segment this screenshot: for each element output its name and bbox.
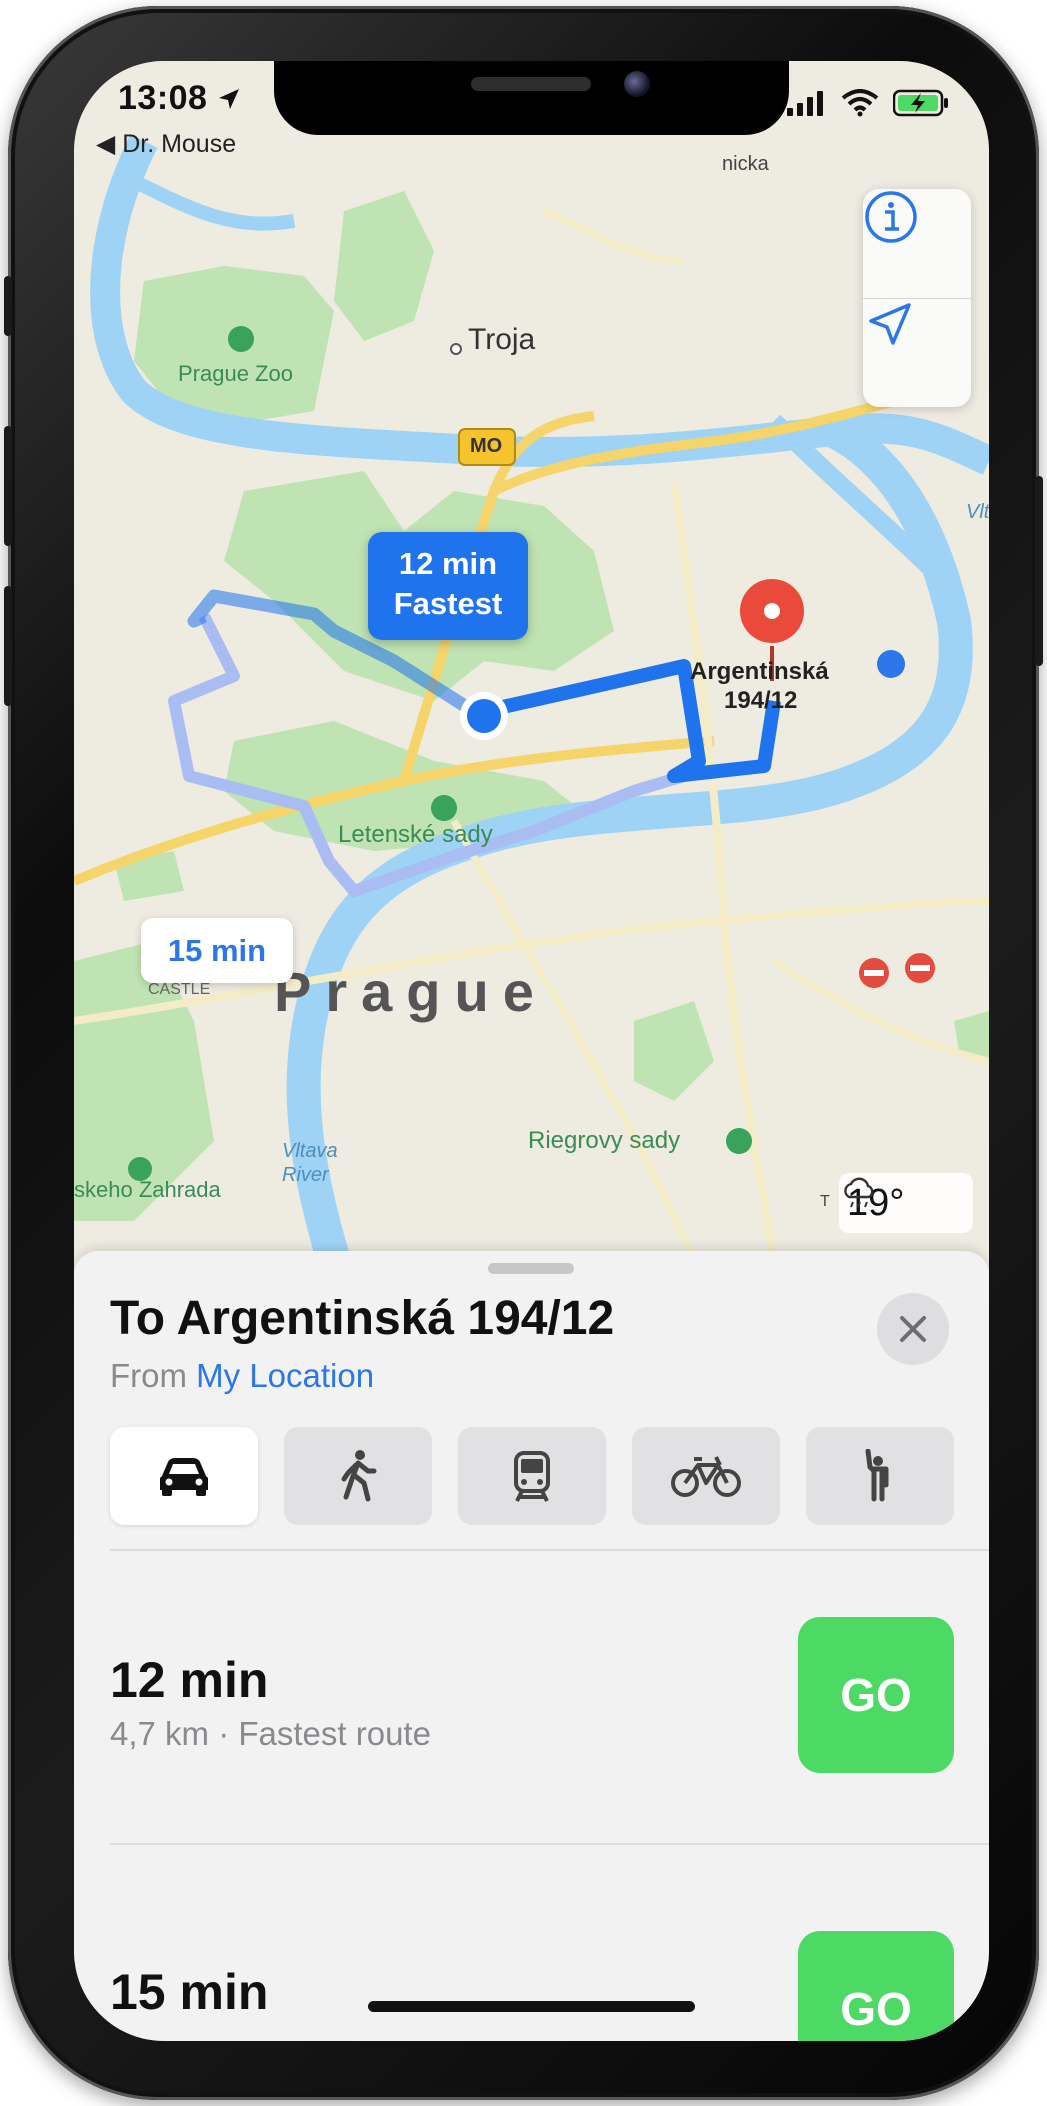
route-time: 12 min — [110, 1652, 269, 1708]
location-services-icon — [219, 89, 240, 109]
front-camera — [624, 71, 650, 97]
close-button[interactable] — [877, 1293, 949, 1365]
back-chevron-icon: ◀ — [96, 130, 116, 158]
directions-title: To Argentinská 194/12 — [110, 1292, 615, 1345]
power-button — [1035, 476, 1043, 666]
map-label-castle: CASTLE — [148, 981, 211, 998]
mode-walk[interactable] — [284, 1427, 432, 1525]
mode-cycle[interactable] — [632, 1427, 780, 1525]
back-to-app-label: Dr. Mouse — [122, 130, 237, 158]
map-label-destination-line2: 194/12 — [724, 687, 798, 714]
map-label-vlt-cut: Vlta — [966, 501, 989, 523]
phone-frame: Troja Prague Zoo MO Letenské sady Argent… — [4, 6, 1043, 2100]
location-arrow-icon — [869, 303, 911, 345]
callout-label: Fastest — [393, 586, 503, 621]
map-label-zahrada: skeho Zahrada — [74, 1177, 221, 1202]
map-label-troja: Troja — [468, 323, 536, 356]
sheet-grabber[interactable] — [488, 1263, 574, 1274]
map-badge-mo: MO — [470, 435, 503, 457]
back-to-app[interactable]: ◀ Dr. Mouse — [96, 129, 236, 159]
notch — [274, 61, 789, 135]
route-details: 4,7 km · Fastest route — [110, 1715, 431, 1752]
from-location-link[interactable]: My Location — [196, 1357, 374, 1394]
status-icons — [787, 89, 949, 117]
rideshare-icon — [865, 1449, 889, 1502]
wifi-icon — [841, 89, 879, 117]
mode-transit[interactable] — [458, 1427, 606, 1525]
weather-badge: 19° — [839, 1173, 973, 1233]
route-time: 15 min — [110, 1964, 269, 2020]
directions-from: From My Location — [110, 1357, 374, 1395]
speaker — [471, 77, 591, 91]
status-time: 13:08 — [118, 79, 241, 118]
current-location-button[interactable] — [863, 299, 971, 407]
map-label-city: Prague — [274, 960, 548, 1023]
directions-sheet: To Argentinská 194/12 From My Location 1… — [74, 1251, 989, 2041]
volume-up-button — [4, 426, 12, 546]
info-icon — [865, 191, 917, 243]
close-icon — [900, 1316, 926, 1342]
info-button[interactable] — [863, 189, 971, 297]
mode-rideshare[interactable] — [806, 1427, 954, 1525]
go-button[interactable]: GO — [798, 1617, 954, 1773]
car-icon — [160, 1458, 208, 1496]
map-label-riegrovy-sady: Riegrovy sady — [528, 1127, 681, 1154]
cellular-signal-icon — [787, 91, 823, 116]
map-view[interactable]: Troja Prague Zoo MO Letenské sady Argent… — [74, 61, 989, 1261]
cloud-rain-icon — [844, 1177, 874, 1208]
transit-icon — [514, 1451, 550, 1502]
map-label-letenske-sady: Letenské sady — [338, 821, 493, 848]
route-callout-alternate[interactable]: 15 min — [141, 918, 293, 983]
bike-icon — [671, 1456, 741, 1497]
sheet-divider — [110, 1549, 989, 1551]
route-divider — [110, 1843, 989, 1845]
walk-icon — [341, 1450, 377, 1502]
volume-down-button — [4, 586, 12, 706]
from-prefix: From — [110, 1357, 187, 1394]
go-button[interactable]: GO — [798, 1931, 954, 2041]
screen: Troja Prague Zoo MO Letenské sady Argent… — [74, 61, 989, 2041]
map-canvas — [74, 61, 989, 1261]
status-time-text: 13:08 — [118, 79, 208, 117]
callout-time: 12 min — [398, 546, 498, 581]
map-controls — [863, 189, 971, 407]
route-callout-fastest[interactable]: 12 min Fastest — [368, 532, 528, 640]
mute-switch — [4, 276, 12, 336]
battery-charging-icon — [893, 89, 948, 117]
map-label-vltava-river: Vltava River — [282, 1140, 338, 1186]
map-label-tv-tower-cut: T — [820, 1193, 830, 1210]
mode-drive[interactable] — [110, 1427, 258, 1525]
map-label-destination-line1: Argentinská — [690, 658, 829, 685]
map-label-top-cut: nicka — [722, 153, 769, 175]
map-label-prague-zoo: Prague Zoo — [178, 361, 293, 386]
transport-modes — [110, 1427, 954, 1525]
home-indicator[interactable] — [368, 2001, 695, 2012]
